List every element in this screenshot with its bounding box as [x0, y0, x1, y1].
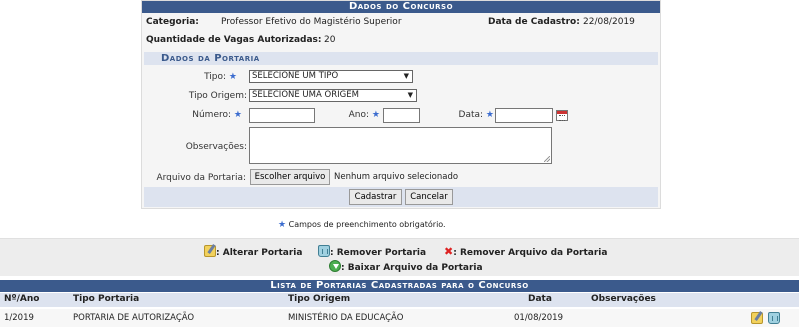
chevron-down-icon: ▼: [403, 72, 409, 80]
required-star-icon: ★: [278, 220, 287, 230]
required-note: ★ Campos de preenchimento obrigatório.: [278, 220, 446, 230]
concurso-panel: Dados do Concurso Categoria: Professor E…: [141, 0, 661, 209]
edit-icon[interactable]: [751, 312, 763, 324]
column-header: Tipo Portaria: [73, 294, 140, 304]
cell-origem: MINISTÉRIO DA EDUCAÇÃO: [288, 313, 404, 323]
categoria-label: Categoria:: [146, 17, 199, 27]
column-header: Observações: [591, 294, 656, 304]
column-header: Nº/Ano: [4, 294, 40, 304]
tipo-origem-select[interactable]: SELECIONE UMA ORIGEM ▼: [249, 89, 417, 102]
legend-remover: : Remover Portaria: [318, 245, 426, 258]
tipo-select[interactable]: SELECIONE UM TIPO ▼: [249, 70, 413, 83]
choose-file-button[interactable]: Escolher arquivo: [250, 169, 330, 185]
file-status: Nenhum arquivo selecionado: [334, 172, 459, 182]
close-icon: ✖: [444, 245, 454, 258]
tipo-label: Tipo: ★: [204, 72, 237, 82]
table-header: Nº/Ano Tipo Portaria Tipo Origem Data Ob…: [0, 293, 799, 307]
cell-num-ano: 1/2019: [4, 313, 34, 323]
vagas-label: Quantidade de Vagas Autorizadas:: [146, 35, 322, 45]
column-header: Tipo Origem: [288, 294, 351, 304]
cadastrar-button[interactable]: Cadastrar: [349, 189, 402, 205]
vagas-value: 20: [324, 35, 336, 45]
ano-label: Ano: ★: [348, 110, 380, 120]
legend: : Alterar Portaria : Remover Portaria ✖:…: [0, 238, 799, 276]
data-cadastro-label: Data de Cadastro:: [488, 17, 580, 27]
edit-icon: [204, 245, 216, 257]
tipo-origem-label: Tipo Origem:: [188, 91, 247, 101]
calendar-icon[interactable]: [556, 110, 568, 121]
arquivo-label: Arquivo da Portaria:: [156, 173, 246, 183]
required-star-icon: ★: [228, 72, 237, 82]
column-header: Data: [528, 294, 552, 304]
download-icon: [329, 260, 341, 272]
chevron-down-icon: ▼: [407, 91, 413, 99]
data-label: Data: ★: [458, 110, 494, 120]
observacoes-textarea[interactable]: [249, 127, 552, 164]
form-actions: Cadastrar Cancelar: [144, 187, 658, 207]
list-title: Lista de Portarias Cadastradas para o Co…: [0, 280, 799, 292]
legend-remover-arquivo: ✖: Remover Arquivo da Portaria: [444, 245, 608, 258]
data-cadastro-value: 22/08/2019: [583, 17, 635, 27]
legend-baixar: : Baixar Arquivo da Portaria: [329, 260, 483, 273]
cell-data: 01/08/2019: [514, 313, 563, 323]
cell-tipo: PORTARIA DE AUTORIZAÇÃO: [73, 313, 195, 323]
portaria-section-title: Dados da Portaria: [144, 52, 658, 65]
numero-input[interactable]: [249, 108, 315, 123]
categoria-value: Professor Efetivo do Magistério Superior: [221, 17, 402, 27]
required-star-icon: ★: [371, 110, 380, 120]
legend-alterar: : Alterar Portaria: [204, 245, 302, 258]
panel-title: Dados do Concurso: [142, 1, 660, 13]
trash-icon: [318, 245, 330, 257]
observacoes-label: Observações:: [185, 142, 247, 152]
table-row: 1/2019 PORTARIA DE AUTORIZAÇÃO MINISTÉRI…: [0, 309, 799, 327]
resize-grip-icon[interactable]: [544, 156, 550, 162]
data-input[interactable]: [495, 108, 553, 123]
ano-input[interactable]: [383, 108, 420, 123]
required-star-icon: ★: [485, 110, 494, 120]
numero-label: Número: ★: [192, 110, 242, 120]
required-star-icon: ★: [233, 110, 242, 120]
trash-icon[interactable]: [768, 312, 780, 324]
cancelar-button[interactable]: Cancelar: [405, 189, 453, 205]
